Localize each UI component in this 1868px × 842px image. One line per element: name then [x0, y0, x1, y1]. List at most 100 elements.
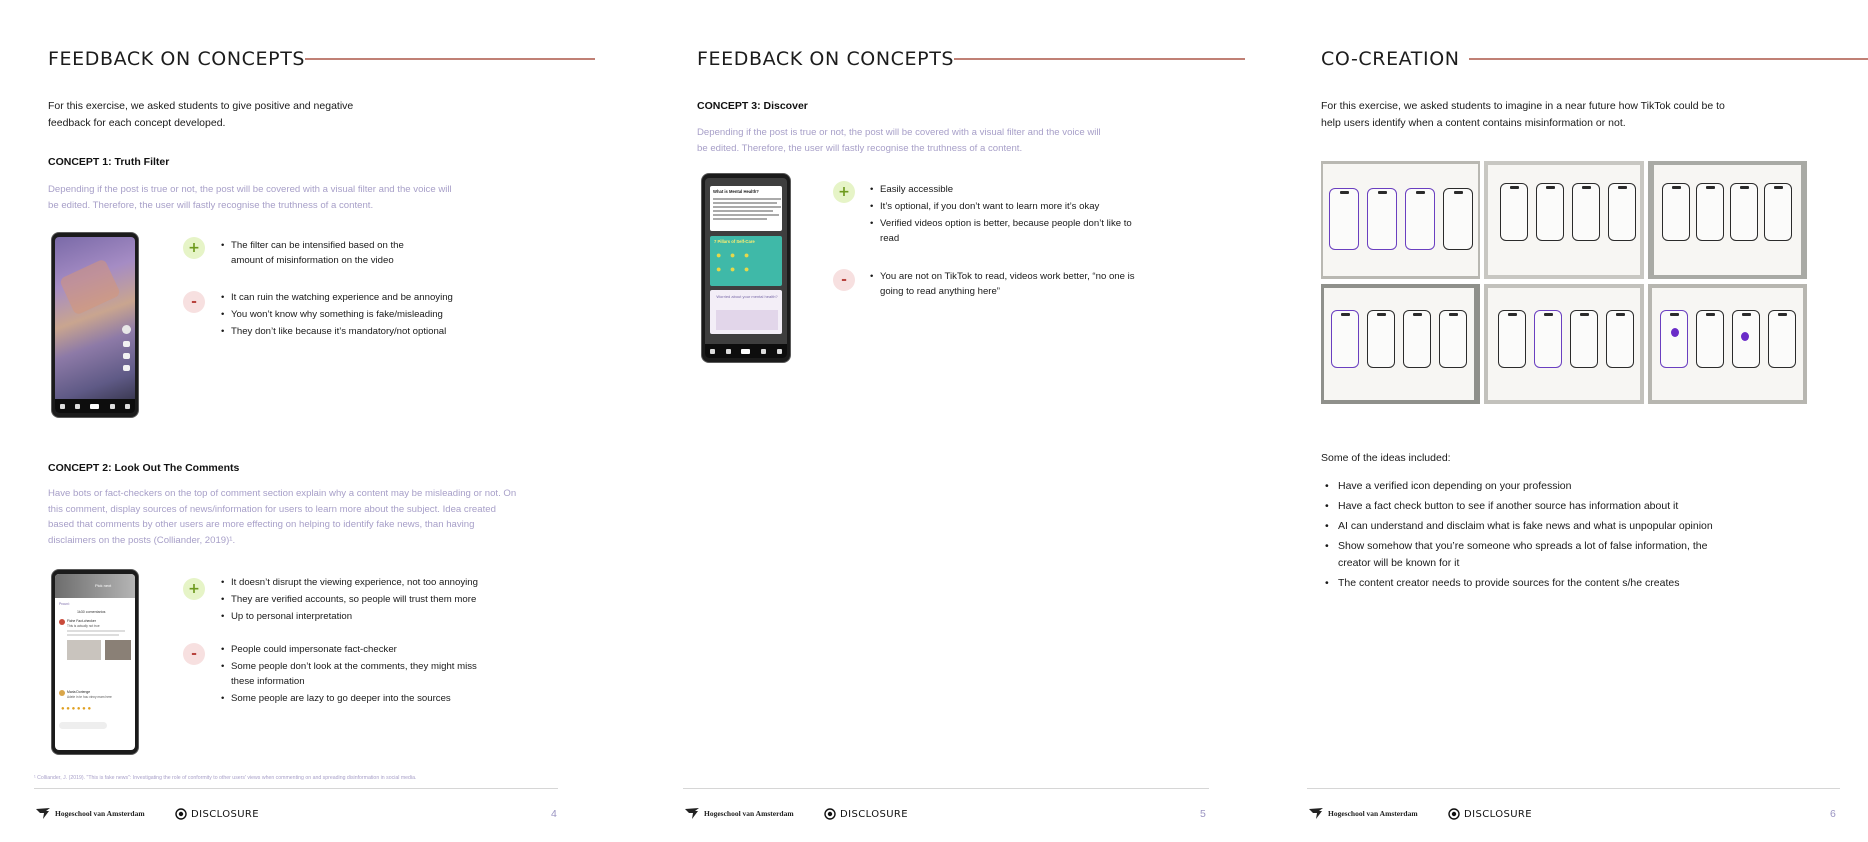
source-card	[105, 640, 131, 660]
list-item: Show somehow that you’re someone who spr…	[1321, 538, 1741, 572]
avatar	[59, 690, 65, 696]
phone-sketch	[1572, 183, 1600, 241]
phone-sketch	[1498, 310, 1526, 368]
phone-sketch	[1403, 310, 1431, 368]
concept-2-positives: It doesn’t disrupt the viewing experienc…	[221, 576, 521, 627]
hva-name: Hogeschool van Amsterdam	[1328, 809, 1418, 818]
phone-sketch	[1696, 183, 1724, 241]
sketch-photo	[1484, 284, 1644, 404]
page-4: FEEDBACK ON CONCEPTS For this exercise, …	[0, 0, 595, 842]
list-item: You won’t know why something is fake/mis…	[221, 308, 481, 323]
comment-input	[59, 722, 107, 729]
concept-1-description: Depending if the post is true or not, th…	[48, 184, 452, 211]
list-item: Have a fact check button to see if anoth…	[1321, 498, 1741, 515]
hva-logo-icon	[1309, 808, 1323, 819]
sketch-photo	[1321, 284, 1480, 404]
phone-sketch	[1764, 183, 1792, 241]
page-number: 6	[1830, 808, 1836, 820]
page-6: CO-CREATION For this exercise, we asked …	[1301, 0, 1868, 842]
phone-sketch	[1662, 183, 1690, 241]
page-5: FEEDBACK ON CONCEPTS CONCEPT 3: Discover…	[651, 0, 1245, 842]
comments-heading: 1k30 comentarios	[77, 610, 106, 614]
phone-screen	[55, 237, 135, 413]
purple-mark	[1671, 328, 1679, 337]
video-header-label: Pick next	[95, 583, 112, 588]
phone-navbar	[705, 344, 787, 358]
avatar-icon	[122, 325, 131, 334]
disclosure-logo: DISCLOSURE	[175, 808, 259, 820]
text-line	[713, 214, 779, 216]
hva-name: Hogeschool van Amsterdam	[704, 809, 794, 818]
plus-icon: +	[833, 181, 855, 203]
phone-navbar	[55, 399, 135, 413]
comment-author: Fiche Fact-checker	[67, 619, 96, 623]
hva-logo: Hogeschool van Amsterdam	[36, 808, 145, 819]
brand-name: DISCLOSURE	[1464, 808, 1532, 820]
disclosure-logo-icon	[824, 808, 836, 820]
comment-icon	[123, 353, 130, 359]
concept-3-title: CONCEPT 3: Discover	[697, 100, 808, 112]
page-title: FEEDBACK ON CONCEPTS	[48, 48, 306, 70]
list-item: You are not on TikTok to read, videos wo…	[870, 270, 1140, 299]
concept-1-positives: The filter can be intensified based on t…	[221, 239, 436, 271]
footer-divider	[683, 788, 1209, 789]
brand-name: DISCLOSURE	[840, 808, 908, 820]
concept-2-description: Have bots or fact-checkers on the top of…	[48, 488, 517, 546]
sources-banner: Prouni:	[59, 602, 70, 606]
minus-icon: -	[183, 291, 205, 313]
text-line	[713, 210, 773, 212]
concept-1-title: CONCEPT 1: Truth Filter	[48, 156, 170, 168]
phone-sketch	[1367, 310, 1395, 368]
hva-logo-icon	[685, 808, 699, 819]
footer-divider	[1307, 788, 1840, 789]
list-item: They don’t like because it’s mandatory/n…	[221, 325, 481, 340]
phone-sketch	[1730, 183, 1758, 241]
card-title: 7 Pillars of Self-Care	[714, 239, 755, 244]
phone-sketch	[1405, 188, 1435, 250]
video-thumbnail: Pick next	[55, 574, 135, 598]
intro-text: For this exercise, we asked students to …	[1321, 100, 1725, 129]
list-item: Some people don’t look at the comments, …	[221, 660, 481, 689]
phone-screen: What is Mental Health? 7 Pillars of Self…	[705, 178, 787, 358]
plus-icon: +	[183, 578, 205, 600]
page-number: 5	[1200, 808, 1206, 820]
hva-logo: Hogeschool van Amsterdam	[1309, 808, 1418, 819]
sketch-photo	[1648, 284, 1807, 404]
share-icon	[123, 365, 130, 371]
concept-3-negatives: You are not on TikTok to read, videos wo…	[870, 270, 1140, 302]
text-line	[713, 218, 767, 220]
phone-sketch	[1367, 188, 1397, 250]
phone-sketch	[1696, 310, 1724, 368]
comment-text: Adele in te hou vinny mam here	[67, 695, 112, 699]
disclosure-logo: DISCLOSURE	[824, 808, 908, 820]
heart-icon	[123, 341, 130, 347]
page-title: FEEDBACK ON CONCEPTS	[697, 48, 955, 70]
comment-line	[67, 630, 125, 632]
title-divider	[954, 58, 1245, 60]
list-item: Easily accessible	[870, 183, 1140, 198]
list-item: AI can understand and disclaim what is f…	[1321, 518, 1741, 535]
list-item: The filter can be intensified based on t…	[221, 239, 436, 268]
phone-sketch	[1660, 310, 1688, 368]
text-line	[713, 202, 777, 204]
list-item: The content creator needs to provide sou…	[1321, 575, 1741, 592]
concept-2-negatives: People could impersonate fact-checker So…	[221, 643, 481, 709]
filter-overlay	[58, 258, 122, 316]
ideas-heading: Some of the ideas included:	[1321, 452, 1451, 464]
discover-phone-mockup: What is Mental Health? 7 Pillars of Self…	[702, 174, 790, 362]
avatar	[59, 619, 65, 625]
sketch-photo	[1484, 161, 1644, 279]
info-card: What is Mental Health?	[710, 186, 782, 231]
phone-sketch	[1329, 188, 1359, 250]
ideas-list: Have a verified icon depending on your p…	[1321, 478, 1741, 595]
phone-screen: Pick next Prouni: 1k30 comentarios Fiche…	[55, 574, 135, 750]
self-care-card: 7 Pillars of Self-Care ● ● ● ● ● ●	[710, 236, 782, 286]
minus-icon: -	[183, 643, 205, 665]
list-item: They are verified accounts, so people wi…	[221, 593, 521, 608]
pillar-icons: ● ● ●	[716, 264, 753, 274]
minus-icon: -	[833, 269, 855, 291]
concept-3-positives: Easily accessible It’s optional, if you …	[870, 183, 1140, 249]
emoji-row: ● ● ● ● ● ●	[61, 706, 92, 712]
phone-sketch	[1768, 310, 1796, 368]
hva-name: Hogeschool van Amsterdam	[55, 809, 145, 818]
